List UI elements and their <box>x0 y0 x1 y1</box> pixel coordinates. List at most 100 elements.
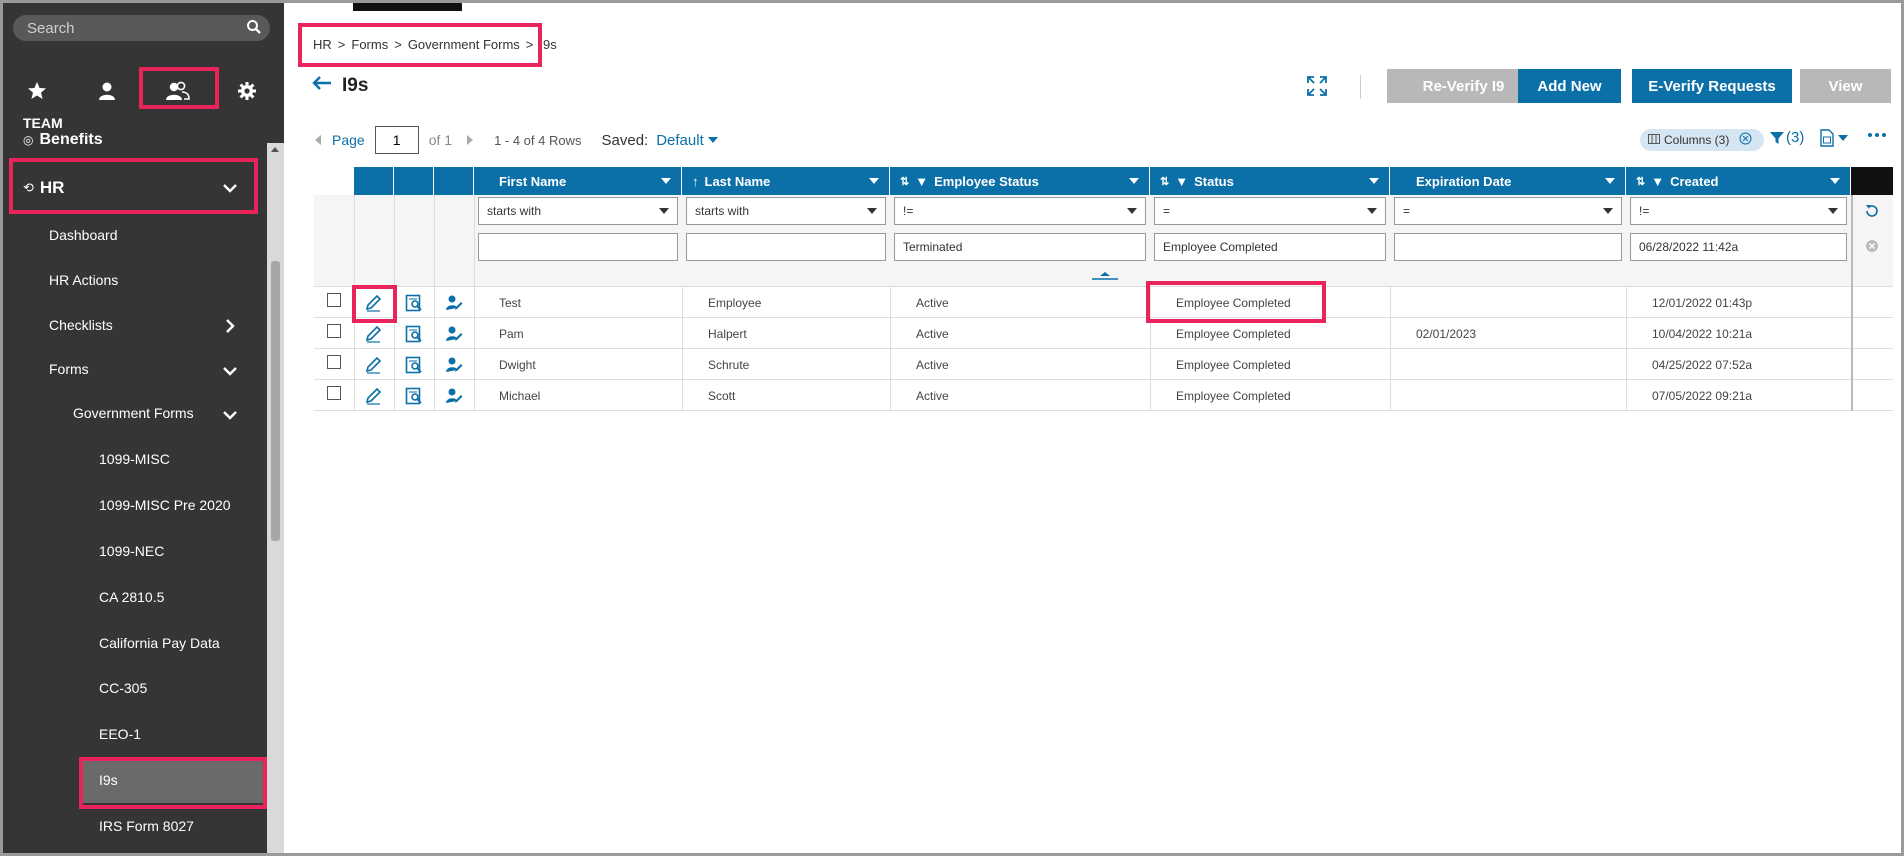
columns-pill[interactable]: Columns (3) <box>1640 129 1764 151</box>
next-page-icon[interactable] <box>466 132 474 148</box>
view-record-icon[interactable] <box>405 318 423 349</box>
status-filter-input[interactable]: Employee Completed <box>1154 233 1386 261</box>
expiration-filter-input[interactable] <box>1394 233 1622 261</box>
forms-chevron-down-icon[interactable] <box>223 366 237 376</box>
column-label: Created <box>1670 173 1719 189</box>
row-checkbox[interactable] <box>327 386 341 400</box>
sidebar-item-1099-nec[interactable]: 1099-NEC <box>99 543 164 559</box>
status-cell-highlight <box>1146 281 1326 323</box>
view-record-icon[interactable] <box>405 349 423 380</box>
sidebar-item-government-forms[interactable]: Government Forms <box>73 405 194 421</box>
action-col-edit <box>354 167 394 195</box>
sidebar-item-benefits[interactable]: ◎ Benefits <box>23 133 103 149</box>
column-label: First Name <box>499 173 567 189</box>
expiration-filter-op[interactable]: = <box>1394 197 1622 225</box>
chevron-down-icon[interactable] <box>869 178 879 184</box>
table-row[interactable]: Test Employee Active Employee Completed … <box>314 287 1893 318</box>
sidebar-item-dashboard[interactable]: Dashboard <box>49 227 118 243</box>
edit-icon[interactable] <box>364 349 382 380</box>
table-row[interactable]: Dwight Schrute Active Employee Completed… <box>314 349 1893 380</box>
chevron-down-icon[interactable] <box>1369 178 1379 184</box>
page-number-input[interactable] <box>374 126 419 154</box>
employee-status-filter-op[interactable]: != <box>894 197 1146 225</box>
first-name-filter-op[interactable]: starts with <box>478 197 678 225</box>
column-label: Expiration Date <box>1416 173 1512 189</box>
search-input[interactable] <box>13 15 270 41</box>
search-box[interactable] <box>13 15 270 41</box>
sidebar-item-cc-305[interactable]: CC-305 <box>99 680 147 696</box>
status-filter-op[interactable]: = <box>1154 197 1386 225</box>
employee-status-filter-input[interactable]: Terminated <box>894 233 1146 261</box>
cell-first-name: Test <box>499 295 522 310</box>
saved-view-value: Default <box>656 131 704 149</box>
person-icon[interactable] <box>87 71 127 111</box>
column-header-first-name[interactable]: First Name <box>474 167 682 195</box>
last-name-filter-input[interactable] <box>686 233 886 261</box>
sidebar-item-checklists[interactable]: Checklists <box>49 317 113 333</box>
edit-icon[interactable] <box>364 380 382 411</box>
reset-filters-icon[interactable] <box>1864 203 1880 224</box>
view-record-icon[interactable] <box>405 287 423 318</box>
user-edit-icon[interactable] <box>445 287 463 318</box>
government-forms-chevron-down-icon[interactable] <box>223 410 237 420</box>
scrollbar-thumb[interactable] <box>271 261 280 541</box>
add-new-button[interactable]: Add New <box>1518 69 1621 103</box>
column-header-employee-status[interactable]: ⇅ ▼ Employee Status <box>890 167 1150 195</box>
sidebar-item-hr-actions[interactable]: HR Actions <box>49 272 118 288</box>
page-label: Page <box>332 132 365 148</box>
export-dropdown[interactable] <box>1820 129 1848 147</box>
table-row[interactable]: Michael Scott Active Employee Completed … <box>314 380 1893 411</box>
first-name-filter-input[interactable] <box>478 233 678 261</box>
chevron-down-icon[interactable] <box>661 178 671 184</box>
sidebar-scrollbar[interactable] <box>267 143 284 853</box>
row-checkbox[interactable] <box>327 324 341 338</box>
view-record-icon[interactable] <box>405 380 423 411</box>
created-filter-op[interactable]: != <box>1630 197 1847 225</box>
sidebar-item-1099-misc-pre-2020[interactable]: 1099-MISC Pre 2020 <box>99 497 231 513</box>
filter-row: starts with starts with != = = != Termin… <box>314 195 1893 287</box>
saved-view-dropdown[interactable]: Default <box>656 132 718 149</box>
user-edit-icon[interactable] <box>445 318 463 349</box>
chevron-down-icon[interactable] <box>1129 178 1139 184</box>
sidebar-item-irs-form-8027[interactable]: IRS Form 8027 <box>99 818 194 834</box>
sidebar-menu: ◎ Benefits ⟲ HR Dashboard HR Actions Che… <box>3 133 267 853</box>
column-header-last-name[interactable]: ↑ Last Name <box>682 167 890 195</box>
column-header-status[interactable]: ⇅ ▼ Status <box>1150 167 1390 195</box>
created-filter-input[interactable]: 06/28/2022 11:42a <box>1630 233 1847 261</box>
prev-page-icon[interactable] <box>314 132 322 148</box>
last-name-filter-op[interactable]: starts with <box>686 197 886 225</box>
view-button[interactable]: View <box>1800 69 1891 103</box>
expand-icon[interactable] <box>1306 75 1328 102</box>
select-all-checkbox[interactable] <box>326 173 342 189</box>
sidebar-item-california-pay-data[interactable]: California Pay Data <box>99 635 220 651</box>
table-row[interactable]: Pam Halpert Active Employee Completed 02… <box>314 318 1893 349</box>
user-edit-icon[interactable] <box>445 380 463 411</box>
column-header-expiration-date[interactable]: Expiration Date <box>1390 167 1626 195</box>
sidebar: TEAM ◎ Benefits ⟲ HR Dashboard HR Action… <box>3 3 284 853</box>
filter-toggle[interactable]: (3) <box>1770 129 1804 146</box>
select-all-cell <box>314 167 354 195</box>
back-arrow-icon[interactable] <box>312 75 332 97</box>
user-edit-icon[interactable] <box>445 349 463 380</box>
chevron-down-icon[interactable] <box>1830 178 1840 184</box>
close-icon[interactable] <box>1739 132 1752 148</box>
everify-requests-button[interactable]: E-Verify Requests <box>1632 69 1792 103</box>
checklists-chevron-right-icon[interactable] <box>225 319 235 333</box>
search-icon[interactable] <box>246 19 262 40</box>
sidebar-item-1099-misc[interactable]: 1099-MISC <box>99 451 170 467</box>
sidebar-item-forms[interactable]: Forms <box>49 361 89 377</box>
sidebar-item-eeo-1[interactable]: EEO-1 <box>99 726 141 742</box>
scroll-up-icon[interactable] <box>271 147 279 152</box>
row-checkbox[interactable] <box>327 293 341 307</box>
chevron-down-icon[interactable] <box>1605 178 1615 184</box>
row-checkbox[interactable] <box>327 355 341 369</box>
more-options-icon[interactable] <box>1868 133 1886 137</box>
filter-icon: ▼ <box>915 173 929 189</box>
sidebar-item-ca-2810-5[interactable]: CA 2810.5 <box>99 589 164 605</box>
gear-icon[interactable] <box>227 71 267 111</box>
star-icon[interactable] <box>17 71 57 111</box>
collapse-filters-icon[interactable] <box>1090 269 1120 287</box>
column-header-created[interactable]: ⇅ ▼ Created <box>1626 167 1851 195</box>
cell-first-name: Michael <box>499 388 541 403</box>
clear-filters-icon[interactable] <box>1865 239 1879 258</box>
